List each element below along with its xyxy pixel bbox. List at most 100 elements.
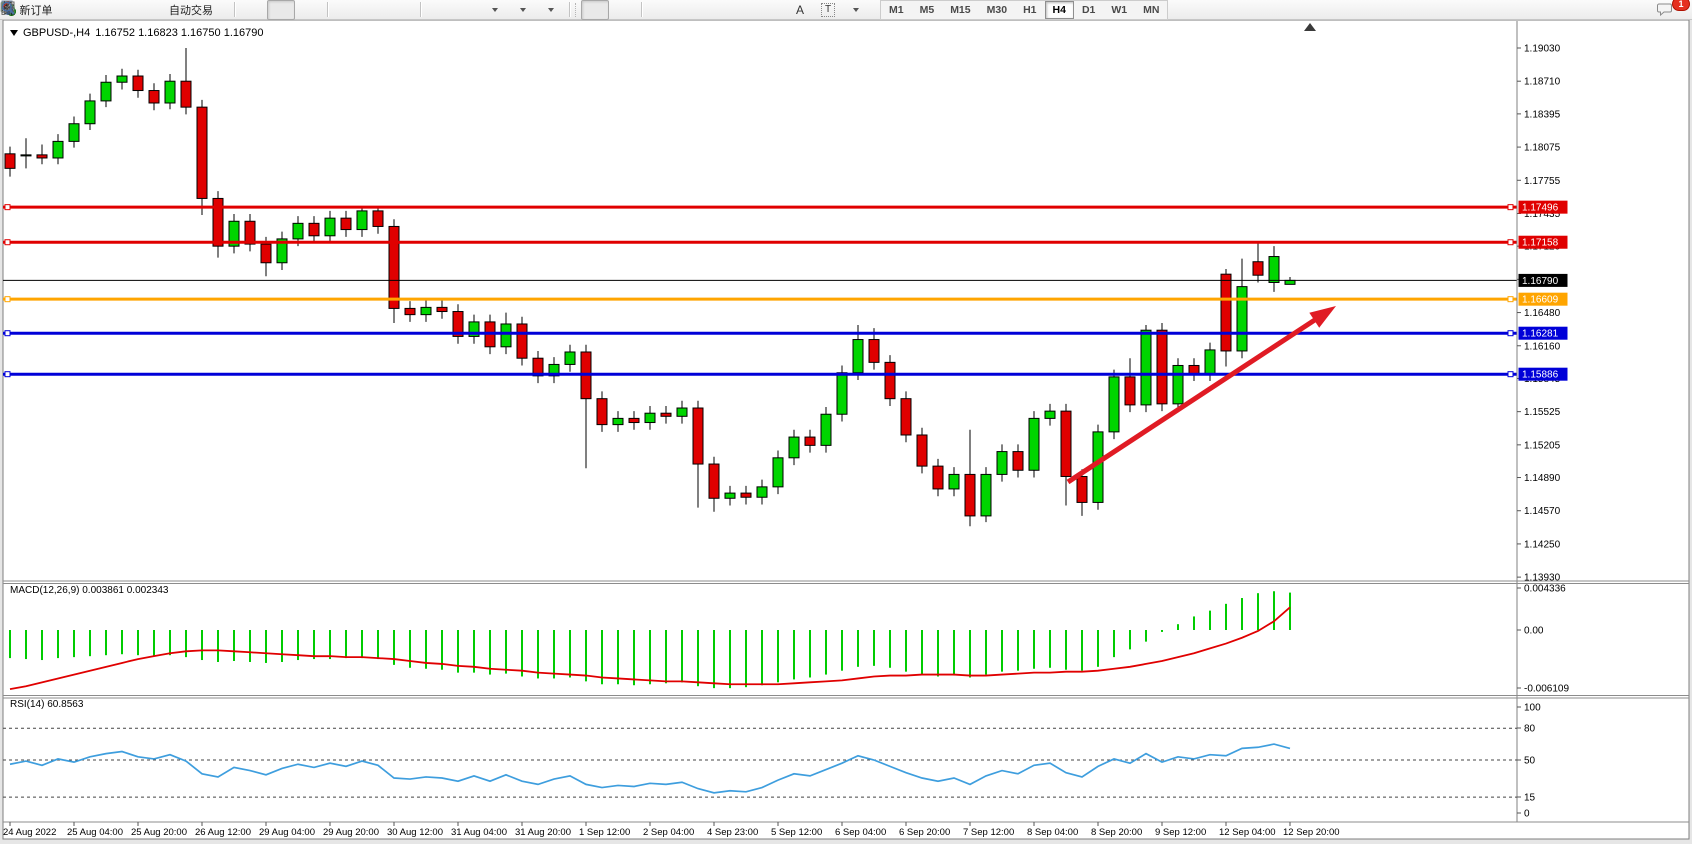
- bull-candle[interactable]: [645, 413, 655, 422]
- market-watch-button[interactable]: [68, 0, 96, 20]
- crosshair-tool-button[interactable]: [609, 0, 637, 20]
- equidistant-channel-tool-button[interactable]: E: [730, 0, 758, 20]
- bull-candle[interactable]: [789, 437, 799, 458]
- bear-candle[interactable]: [597, 399, 607, 425]
- bull-candle[interactable]: [1141, 330, 1151, 405]
- bear-candle[interactable]: [437, 307, 447, 311]
- bear-candle[interactable]: [965, 474, 975, 515]
- bear-candle[interactable]: [1013, 452, 1023, 471]
- bull-candle[interactable]: [1045, 411, 1055, 418]
- bull-candle[interactable]: [773, 458, 783, 487]
- bear-candle[interactable]: [741, 493, 751, 497]
- bear-candle[interactable]: [1189, 365, 1199, 373]
- line-handle[interactable]: [1508, 240, 1513, 245]
- bear-candle[interactable]: [261, 244, 271, 263]
- bull-candle[interactable]: [21, 155, 31, 156]
- timeframe-w1-button[interactable]: W1: [1103, 1, 1135, 19]
- vertical-line-tool-button[interactable]: [646, 0, 674, 20]
- bear-candle[interactable]: [245, 221, 255, 244]
- bear-candle[interactable]: [341, 218, 351, 229]
- bull-candle[interactable]: [53, 141, 63, 158]
- bear-candle[interactable]: [37, 155, 47, 158]
- bear-candle[interactable]: [1221, 274, 1231, 351]
- navigator-button[interactable]: [124, 0, 152, 20]
- line-handle[interactable]: [1508, 331, 1513, 336]
- bear-candle[interactable]: [213, 198, 223, 246]
- bear-candle[interactable]: [1157, 330, 1167, 404]
- trendline-tool-button[interactable]: [702, 0, 730, 20]
- bull-candle[interactable]: [101, 82, 111, 101]
- price-chart-canvas[interactable]: 1.190301.187101.183951.180751.177551.174…: [0, 0, 1692, 844]
- bull-candle[interactable]: [1109, 377, 1119, 432]
- bull-candle[interactable]: [293, 223, 303, 239]
- bull-candle[interactable]: [325, 218, 335, 236]
- bear-candle[interactable]: [517, 324, 527, 358]
- line-chart-mode-button[interactable]: [295, 0, 323, 20]
- bear-candle[interactable]: [661, 413, 671, 416]
- zoom-out-button[interactable]: [360, 0, 388, 20]
- bear-candle[interactable]: [1253, 262, 1263, 275]
- bull-candle[interactable]: [117, 76, 127, 82]
- bar-chart-mode-button[interactable]: [239, 0, 267, 20]
- line-handle[interactable]: [5, 240, 10, 245]
- bull-candle[interactable]: [757, 487, 767, 497]
- bear-candle[interactable]: [629, 418, 639, 422]
- horizontal-line-tool-button[interactable]: [674, 0, 702, 20]
- bull-candle[interactable]: [853, 340, 863, 373]
- search-button[interactable]: [1622, 0, 1650, 20]
- line-handle[interactable]: [5, 331, 10, 336]
- line-handle[interactable]: [1508, 205, 1513, 210]
- cursor-tool-button[interactable]: [581, 0, 609, 20]
- autotrading-button[interactable]: 自动交易: [152, 0, 230, 20]
- bull-candle[interactable]: [565, 352, 575, 364]
- auto-scroll-button[interactable]: [425, 0, 453, 20]
- notifications-button[interactable]: 1: [1656, 0, 1684, 20]
- bull-candle[interactable]: [613, 418, 623, 424]
- bear-candle[interactable]: [197, 107, 207, 198]
- bear-candle[interactable]: [917, 435, 927, 466]
- bull-candle[interactable]: [85, 101, 95, 124]
- bull-candle[interactable]: [837, 373, 847, 415]
- timeframe-m15-button[interactable]: M15: [942, 1, 978, 19]
- bear-candle[interactable]: [693, 408, 703, 464]
- templates-button[interactable]: [537, 0, 565, 20]
- bull-candle[interactable]: [1237, 287, 1247, 351]
- bull-candle[interactable]: [677, 408, 687, 416]
- bull-candle[interactable]: [981, 474, 991, 515]
- bear-candle[interactable]: [1061, 411, 1071, 476]
- bear-candle[interactable]: [405, 308, 415, 314]
- line-handle[interactable]: [5, 297, 10, 302]
- bull-candle[interactable]: [357, 211, 367, 230]
- bear-candle[interactable]: [133, 76, 143, 91]
- timeframe-m1-button[interactable]: M1: [881, 1, 912, 19]
- text-tool-button[interactable]: A: [786, 0, 814, 20]
- candlestick-mode-button[interactable]: [267, 0, 295, 20]
- bear-candle[interactable]: [709, 464, 719, 498]
- line-handle[interactable]: [1508, 372, 1513, 377]
- bull-candle[interactable]: [1285, 280, 1295, 284]
- bull-candle[interactable]: [821, 414, 831, 445]
- bull-candle[interactable]: [69, 124, 79, 142]
- line-handle[interactable]: [1508, 297, 1513, 302]
- timeframe-m5-button[interactable]: M5: [912, 1, 943, 19]
- periods-button[interactable]: [509, 0, 537, 20]
- bear-candle[interactable]: [933, 466, 943, 489]
- timeframe-mn-button[interactable]: MN: [1135, 1, 1167, 19]
- indicators-button[interactable]: [481, 0, 509, 20]
- line-handle[interactable]: [5, 372, 10, 377]
- bull-candle[interactable]: [997, 452, 1007, 475]
- timeframe-d1-button[interactable]: D1: [1074, 1, 1103, 19]
- text-label-tool-button[interactable]: T: [814, 0, 842, 20]
- tile-windows-button[interactable]: [388, 0, 416, 20]
- line-handle[interactable]: [5, 205, 10, 210]
- data-window-button[interactable]: [96, 0, 124, 20]
- timeframe-h4-button[interactable]: H4: [1045, 1, 1074, 19]
- bear-candle[interactable]: [389, 226, 399, 308]
- arrows-tool-button[interactable]: [842, 0, 870, 20]
- bull-candle[interactable]: [501, 324, 511, 347]
- bull-candle[interactable]: [1269, 257, 1279, 283]
- bear-candle[interactable]: [309, 223, 319, 235]
- chart-menu-triangle-icon[interactable]: [10, 30, 18, 40]
- bear-candle[interactable]: [181, 81, 191, 107]
- timeframe-m30-button[interactable]: M30: [979, 1, 1015, 19]
